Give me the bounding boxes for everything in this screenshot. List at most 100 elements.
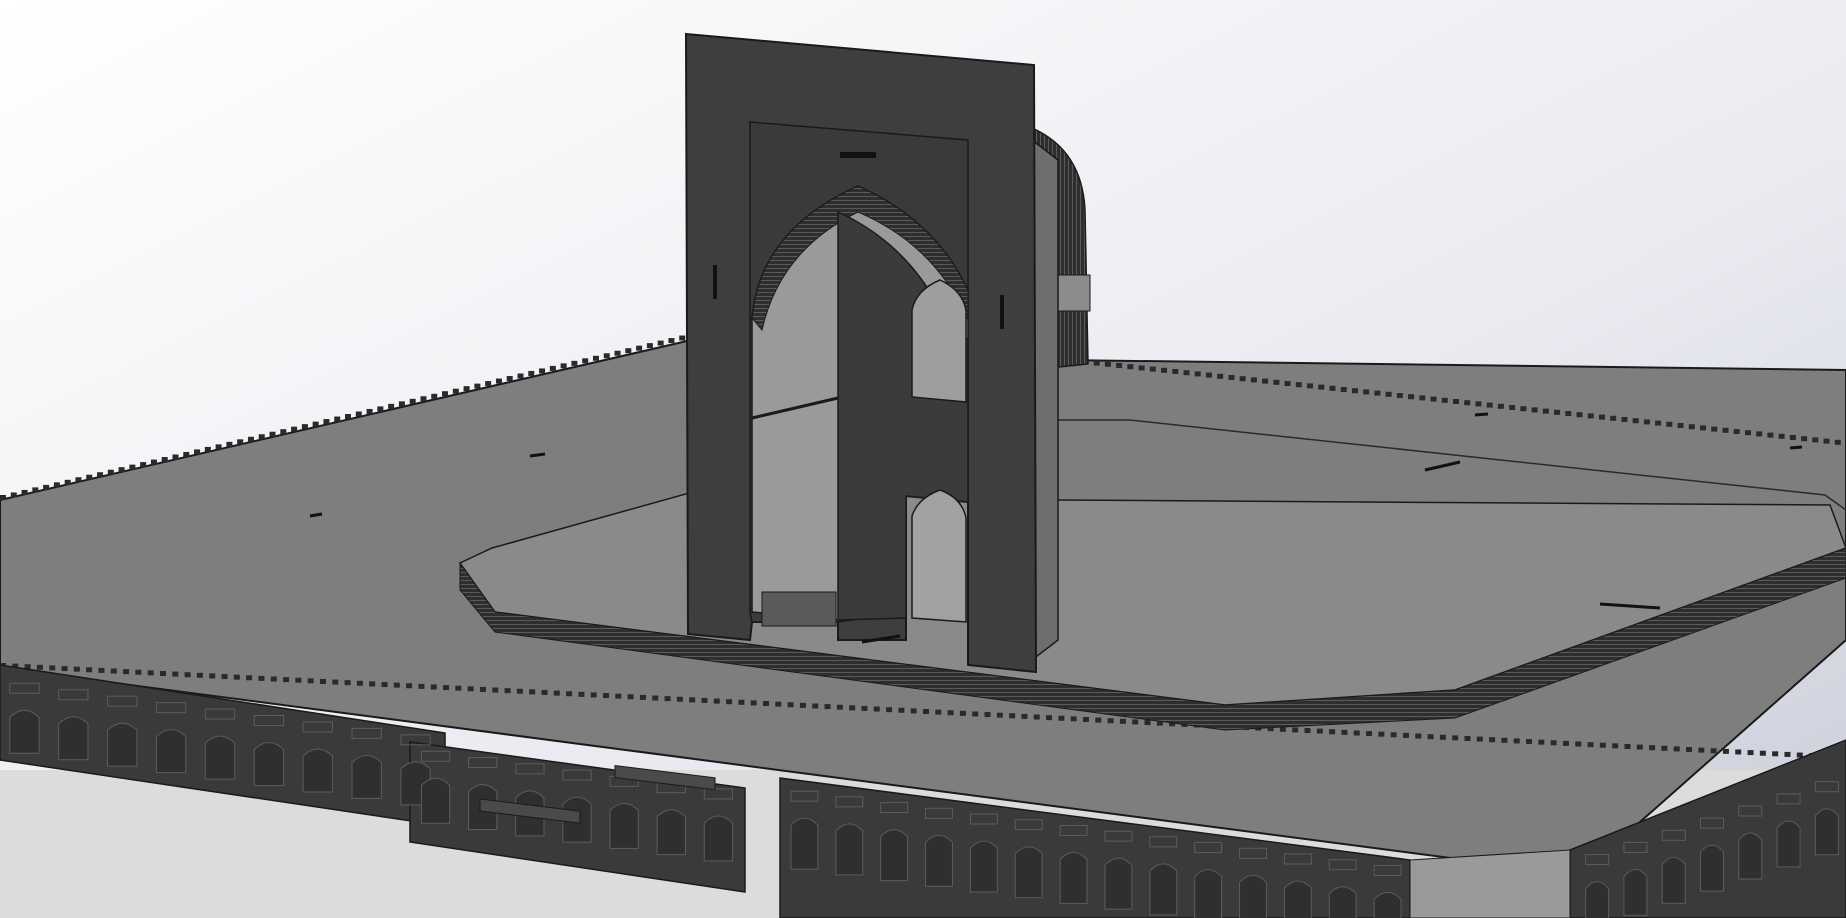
crenel (73, 666, 80, 672)
crenel (107, 469, 114, 475)
crenel (1513, 738, 1520, 744)
arcade-niche (204, 735, 236, 780)
crenel (1747, 750, 1754, 756)
crenel (541, 689, 548, 695)
crenel (1587, 742, 1594, 748)
crenel (1542, 408, 1549, 414)
arcade-niche (1283, 880, 1312, 918)
crenel (1698, 747, 1705, 753)
crenel (603, 353, 610, 359)
crenel (398, 401, 405, 407)
crenel (215, 444, 222, 450)
crenel (1565, 411, 1572, 416)
crenel (1316, 728, 1323, 734)
crenel (1149, 366, 1156, 372)
crenel (1767, 432, 1774, 438)
cad-viewport[interactable] (0, 0, 1846, 918)
crenel (898, 707, 905, 713)
crenel (1759, 750, 1766, 756)
arcade-niche (609, 802, 639, 849)
crenel (312, 421, 319, 427)
crenel (221, 674, 228, 680)
crenel (295, 677, 302, 683)
crenel (1562, 740, 1569, 746)
model-view[interactable] (0, 0, 1846, 918)
crenel (1093, 360, 1100, 366)
crenel (280, 429, 287, 435)
crenel (418, 683, 425, 689)
arcade-niche (703, 815, 734, 862)
crenel (32, 487, 39, 493)
crenel (566, 691, 573, 697)
arcade-niche (835, 823, 864, 876)
crenel (1415, 733, 1422, 739)
crenel (43, 484, 50, 490)
arcade-niche (790, 817, 819, 870)
crenel (646, 343, 653, 349)
crenel (1402, 732, 1409, 738)
crenel (1119, 718, 1126, 724)
crenel (1138, 365, 1145, 371)
arcade-niche (107, 722, 138, 767)
crenel (492, 687, 499, 693)
crenel (689, 697, 696, 703)
crenel (1700, 425, 1707, 431)
crenel (204, 446, 211, 452)
arcade-niche (1738, 832, 1763, 880)
crenel (1587, 413, 1594, 419)
crenel (763, 701, 770, 707)
crenel (1475, 401, 1482, 407)
crenel (1621, 417, 1628, 422)
crenel (1095, 717, 1102, 723)
crenel (1612, 743, 1619, 749)
crenel (307, 678, 314, 684)
crenel (1554, 409, 1561, 415)
crenel (738, 699, 745, 705)
crenel (474, 383, 481, 389)
crenel (1722, 427, 1729, 433)
crenel (1538, 739, 1545, 745)
crenel (319, 678, 326, 684)
crenel (406, 683, 413, 689)
crenel (135, 669, 142, 675)
arcade-niche (656, 809, 686, 856)
crenel (775, 701, 782, 707)
crenel (356, 680, 363, 686)
crenel (1070, 716, 1077, 722)
arcade-niche (1328, 886, 1357, 918)
crenel (1329, 729, 1336, 735)
crenel (1772, 751, 1779, 757)
crenel (996, 712, 1003, 718)
crenel (1576, 412, 1583, 418)
crenel (627, 694, 634, 700)
crenel (247, 436, 254, 442)
crenel (1464, 400, 1471, 406)
crenel (1194, 371, 1201, 377)
portal-base-panel (761, 591, 837, 627)
arcade-niche (1776, 820, 1801, 868)
crenel (1784, 751, 1791, 757)
crenel (1385, 391, 1392, 397)
crenel (657, 340, 664, 346)
crenel (539, 368, 546, 374)
arcade-niche (58, 716, 89, 761)
crenel (1710, 748, 1717, 754)
crenel (377, 406, 384, 412)
crenel (1205, 372, 1212, 378)
crenel (150, 459, 157, 465)
crenel (420, 396, 427, 402)
crenel (1295, 382, 1302, 388)
arcade-niche (420, 777, 451, 824)
crenel (1340, 387, 1347, 392)
arcade-niche (253, 742, 285, 787)
crenel (1812, 437, 1819, 443)
crenel (1239, 376, 1246, 382)
crenel (836, 704, 843, 710)
crenel (61, 666, 68, 672)
crenel (1408, 394, 1415, 400)
crenel (614, 350, 621, 356)
crenel (750, 700, 757, 706)
crenel (184, 672, 191, 678)
crenel (431, 393, 438, 399)
crenel (86, 474, 93, 480)
